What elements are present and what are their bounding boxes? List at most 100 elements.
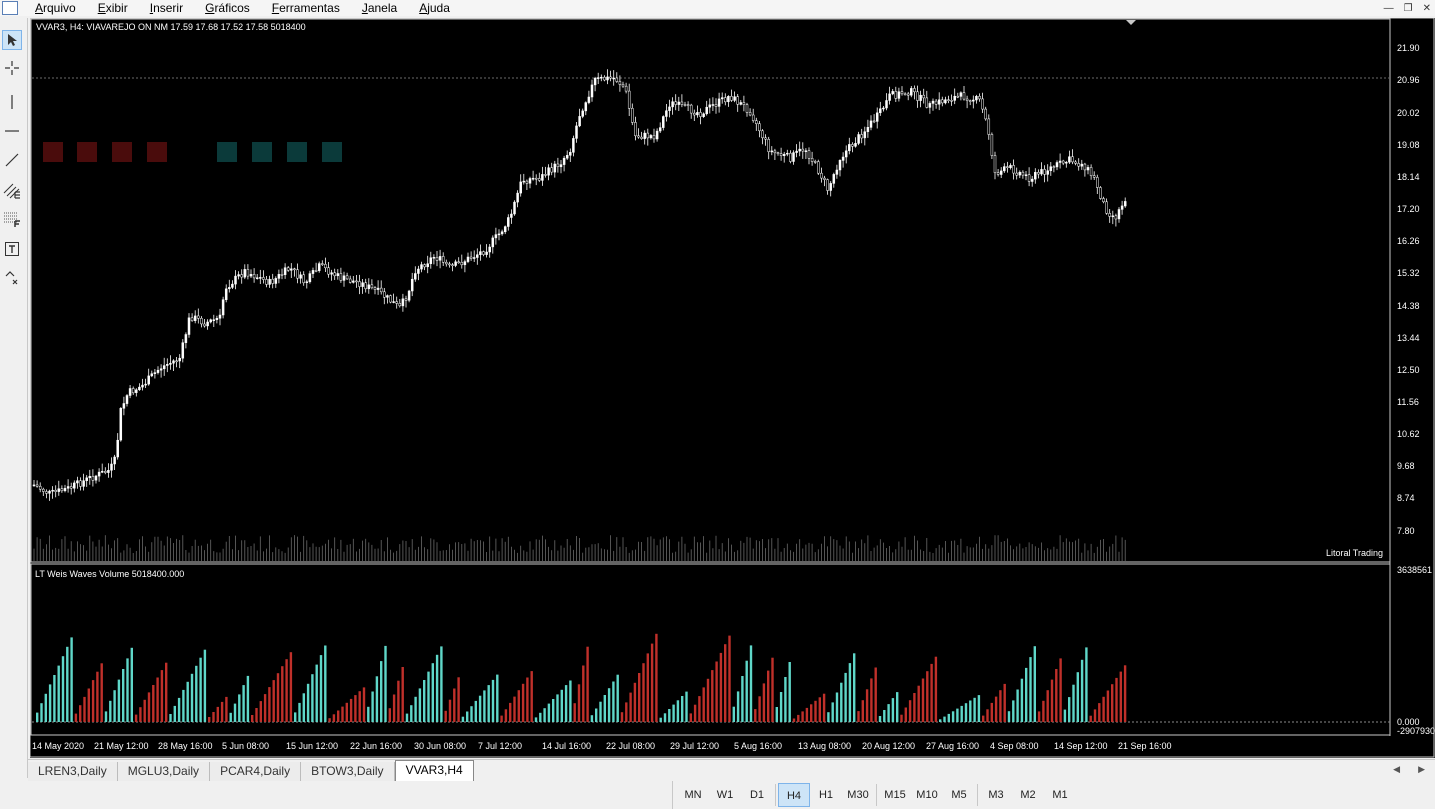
menu-exibir[interactable]: Exibir	[87, 1, 139, 15]
candle-body	[1086, 167, 1090, 171]
price-label: 13.44	[1397, 333, 1420, 343]
time-label: 27 Aug 16:00	[926, 741, 979, 751]
candle-body	[432, 257, 436, 259]
timeframe-m5[interactable]: M5	[943, 783, 975, 807]
candle-body	[172, 360, 175, 364]
candle-body	[888, 93, 891, 101]
chart-window[interactable]: VVAR3, H4: VIAVAREJO ON NM 17.59 17.68 1…	[29, 17, 1435, 758]
wave-bar-down	[263, 694, 267, 722]
wave-bar-up	[960, 705, 963, 722]
wave-bar-down	[582, 665, 585, 722]
candle-body	[820, 172, 823, 179]
timeframe-m10[interactable]: M10	[911, 783, 943, 807]
candle-body	[175, 360, 178, 363]
tab-mglu3[interactable]: MGLU3,Daily	[117, 762, 211, 781]
candle-body	[770, 150, 774, 153]
wave-bar-up	[560, 689, 563, 722]
tab-btow3[interactable]: BTOW3,Daily	[301, 762, 395, 781]
candle-body	[875, 112, 879, 122]
wave-bar-down	[521, 683, 525, 722]
wave-bar-up	[603, 695, 606, 722]
candle-body	[1120, 205, 1124, 210]
candle-body	[42, 488, 45, 492]
time-label: 14 Sep 12:00	[1054, 741, 1108, 751]
restore-icon[interactable]: ❐	[1404, 3, 1413, 14]
candle-body	[882, 107, 885, 110]
timeframe-mn[interactable]: MN	[677, 783, 709, 807]
candle-body	[531, 177, 535, 180]
menu-graficos[interactable]: Gráficos	[194, 1, 261, 15]
timeframe-w1[interactable]: W1	[709, 783, 741, 807]
menu-arquivo[interactable]: Arquivo	[24, 1, 87, 15]
fibonacci-tool-icon[interactable]	[2, 209, 22, 229]
wave-bar-up	[427, 671, 430, 722]
menu-janela[interactable]: Janela	[351, 1, 408, 15]
wave-bar-down	[822, 693, 826, 722]
wave-bar-down	[504, 709, 508, 722]
candle-body	[866, 127, 870, 132]
time-label: 21 May 12:00	[94, 741, 149, 751]
candle-body	[94, 475, 98, 481]
wave-bar-up	[470, 706, 473, 722]
wave-bar-down	[276, 673, 280, 722]
candle-body	[104, 471, 107, 473]
timeframe-m2[interactable]: M2	[1012, 783, 1044, 807]
arrows-tool-icon[interactable]	[2, 268, 22, 288]
candle-body	[544, 174, 547, 176]
wave-bar-down	[328, 718, 331, 722]
chart-window-frame	[29, 17, 1435, 758]
timeframe-h1[interactable]: H1	[810, 783, 842, 807]
timeframe-m1[interactable]: M1	[1044, 783, 1076, 807]
wave-bar-up	[371, 691, 374, 722]
vertical-line-tool-icon[interactable]	[2, 92, 22, 112]
timeframe-h4[interactable]: H4	[778, 783, 810, 807]
candle-body	[854, 143, 857, 147]
price-label: 14.38	[1397, 301, 1420, 311]
cursor-tool-icon[interactable]	[2, 30, 22, 50]
horizontal-line-tool-icon[interactable]	[2, 121, 22, 141]
equidistant-channel-tool-icon[interactable]	[2, 180, 22, 200]
candle-body	[1102, 198, 1105, 203]
timeframe-m15[interactable]: M15	[879, 783, 911, 807]
candle-body	[138, 386, 141, 391]
wave-bar-down	[139, 707, 142, 722]
menu-ajuda[interactable]: Ajuda	[408, 1, 461, 15]
scroll-right-icon[interactable]: ▶	[1418, 764, 1425, 775]
menu-ferramentas[interactable]: Ferramentas	[261, 1, 351, 15]
time-label: 22 Jul 08:00	[606, 741, 655, 751]
tab-lren3[interactable]: LREN3,Daily	[28, 762, 118, 781]
wave-bar-down	[573, 703, 576, 722]
wave-bar-up	[169, 714, 172, 722]
candle-body	[569, 152, 572, 156]
candle-body	[748, 112, 752, 116]
timeframe-d1[interactable]: D1	[741, 783, 773, 807]
candle-body	[838, 160, 842, 171]
chart-shift-marker-icon[interactable]	[1126, 20, 1136, 25]
menu-inserir[interactable]: Inserir	[139, 1, 194, 15]
candle-body	[373, 287, 377, 290]
candle-body	[634, 122, 637, 137]
wave-bar-up	[943, 716, 946, 722]
tab-pcar4[interactable]: PCAR4,Daily	[210, 762, 302, 781]
scroll-left-icon[interactable]: ◀	[1393, 764, 1400, 775]
time-axis[interactable]: 14 May 2020 21 May 12:00 28 May 16:00 5 …	[32, 741, 1172, 751]
trendline-tool-icon[interactable]	[2, 150, 22, 170]
close-icon[interactable]: ✕	[1423, 3, 1431, 14]
candle-body	[249, 274, 253, 277]
candle-body	[637, 135, 640, 138]
candle-body	[885, 100, 888, 109]
chart-canvas[interactable]: VVAR3, H4: VIAVAREJO ON NM 17.59 17.68 1…	[29, 17, 1435, 758]
text-tool-icon[interactable]	[2, 239, 22, 259]
timeframe-m3[interactable]: M3	[980, 783, 1012, 807]
minimize-icon[interactable]: —	[1384, 3, 1394, 14]
wave-bar-up	[883, 710, 886, 722]
wave-bar-up	[878, 716, 882, 722]
crosshair-tool-icon[interactable]	[2, 58, 22, 78]
wave-bar-down	[758, 696, 761, 722]
tab-vvar3[interactable]: VVAR3,H4	[394, 760, 474, 781]
timeframe-m30[interactable]: M30	[842, 783, 874, 807]
candle-body	[897, 91, 901, 99]
wave-bar-down	[83, 696, 86, 722]
price-axis[interactable]: 21.90 20.96 20.02 19.08 18.14 17.20 16.2…	[1397, 43, 1435, 736]
time-label: 5 Jun 08:00	[222, 741, 269, 751]
